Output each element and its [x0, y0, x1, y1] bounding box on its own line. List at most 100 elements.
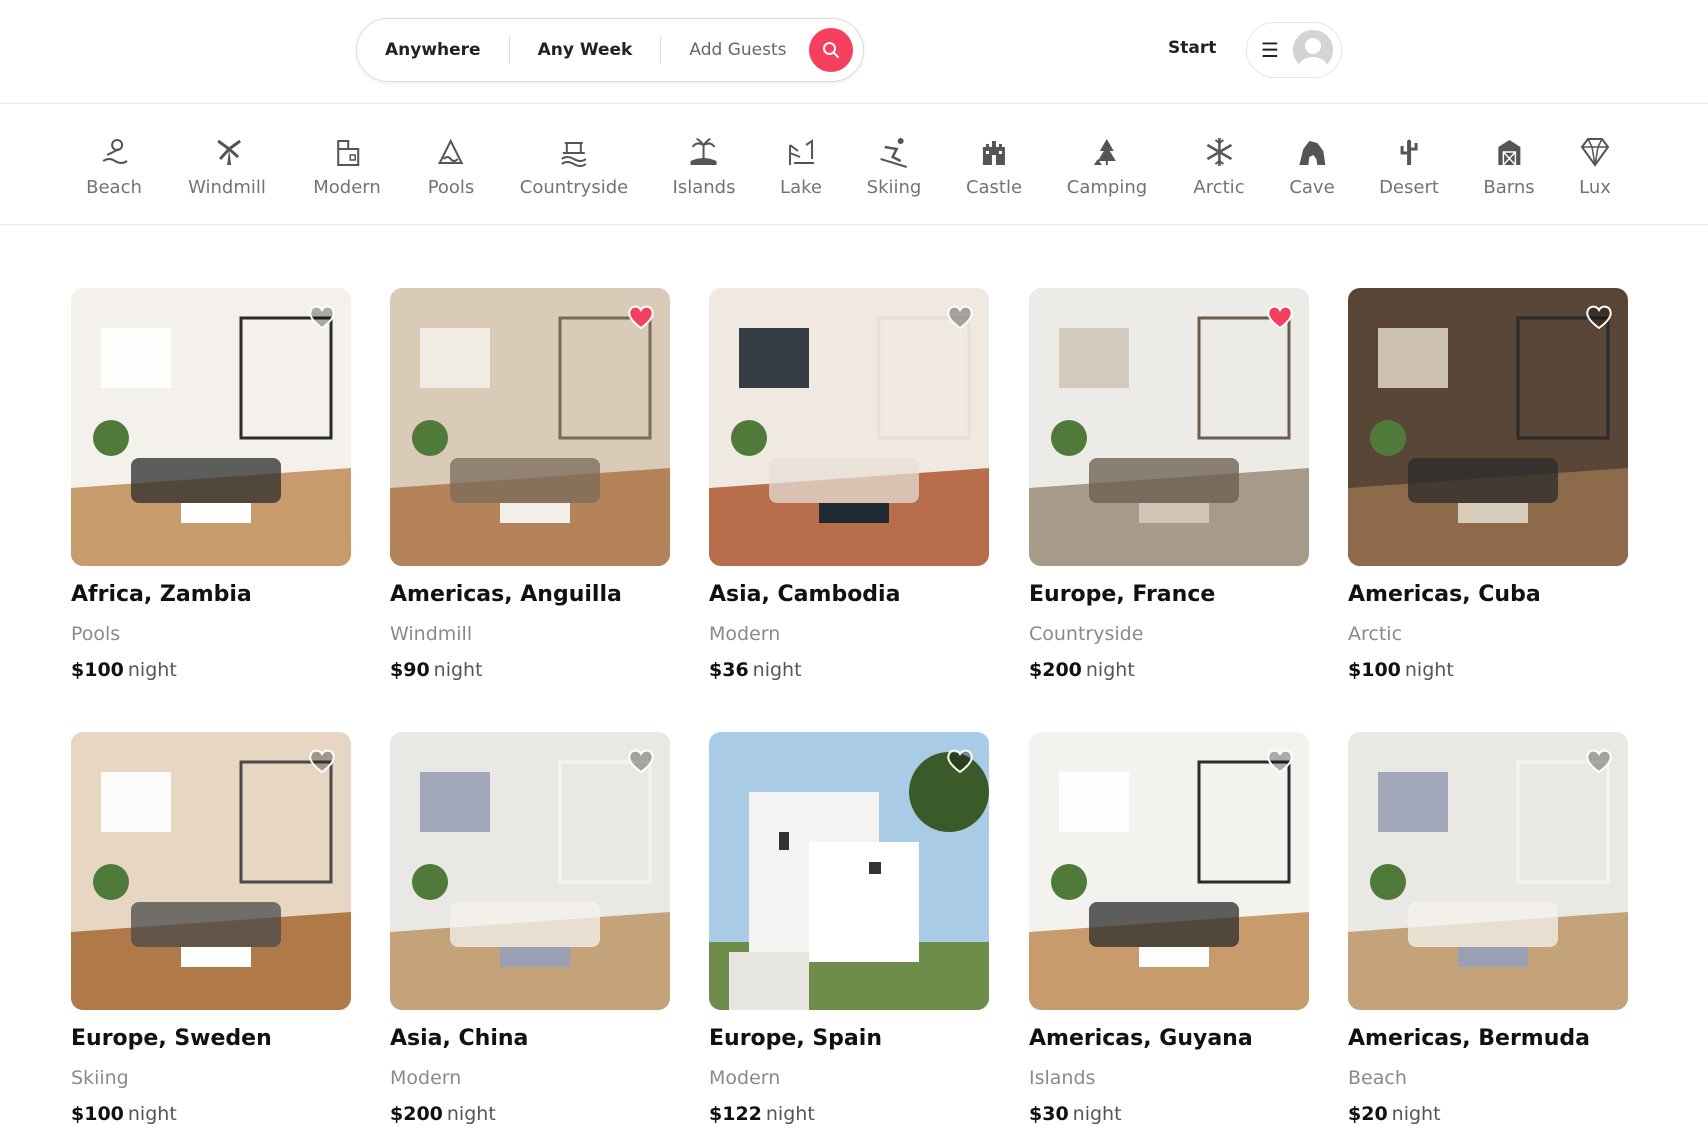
listing-photo[interactable] — [1348, 288, 1628, 566]
category-lake[interactable]: Lake — [780, 135, 822, 198]
category-windmill[interactable]: Windmill — [188, 135, 266, 198]
favorite-heart-icon[interactable] — [1265, 302, 1295, 332]
avatar — [1293, 30, 1333, 70]
listing-price: $200 — [1029, 659, 1082, 681]
listing-category: Windmill — [390, 623, 473, 645]
listing-card[interactable]: Europe, Sweden Skiing $100 night — [71, 732, 351, 1125]
category-label: Castle — [965, 177, 1023, 198]
listing-photo[interactable] — [1348, 732, 1628, 1010]
favorite-heart-icon[interactable] — [626, 746, 656, 776]
favorite-heart-icon[interactable] — [1584, 302, 1614, 332]
category-label: Windmill — [188, 177, 266, 198]
price-unit: night — [433, 659, 483, 681]
listing-title[interactable]: Americas, Anguilla — [390, 582, 670, 607]
category-label: Lake — [780, 177, 822, 198]
windmill-icon — [217, 139, 241, 165]
listing-price: $200 — [390, 1103, 443, 1125]
search-button[interactable] — [809, 28, 853, 72]
category-islands[interactable]: Islands — [672, 135, 736, 198]
category-label: Skiing — [866, 177, 922, 198]
search-bar[interactable]: Anywhere Any Week Add Guests — [356, 18, 864, 82]
listing-card[interactable]: Americas, Anguilla Windmill $90 night — [390, 288, 670, 681]
lux-icon — [1580, 138, 1610, 167]
listing-photo[interactable] — [709, 288, 989, 566]
listing-price: $30 — [1029, 1103, 1069, 1125]
category-barns[interactable]: Barns — [1483, 135, 1535, 198]
listing-category: Arctic — [1348, 623, 1403, 645]
favorite-heart-icon[interactable] — [626, 302, 656, 332]
listing-title[interactable]: Europe, Spain — [709, 1026, 989, 1051]
category-label: Modern — [313, 177, 381, 198]
listing-title[interactable]: Asia, Cambodia — [709, 582, 989, 607]
category-cave[interactable]: Cave — [1289, 135, 1335, 198]
price-unit: night — [1404, 659, 1454, 681]
category-label: Arctic — [1193, 177, 1245, 198]
beach-icon — [102, 139, 128, 164]
category-label: Islands — [672, 177, 736, 198]
listing-price-row: $200 night — [390, 1103, 670, 1125]
start-link[interactable]: Start — [1168, 38, 1216, 58]
listing-photo[interactable] — [71, 732, 351, 1010]
listing-photo[interactable] — [390, 288, 670, 566]
category-castle[interactable]: Castle — [966, 135, 1022, 198]
skiing-icon — [880, 138, 908, 168]
modern-icon — [336, 140, 359, 166]
favorite-heart-icon[interactable] — [1584, 746, 1614, 776]
countryside-icon — [561, 142, 587, 167]
listing-category: Modern — [709, 623, 781, 645]
listing-title[interactable]: Africa, Zambia — [71, 582, 351, 607]
listing-photo[interactable] — [1029, 732, 1309, 1010]
search-icon — [823, 42, 839, 58]
user-menu-button[interactable]: ☰ — [1246, 22, 1342, 78]
listing-photo[interactable] — [71, 288, 351, 566]
listing-card[interactable]: Africa, Zambia Pools $100 night — [71, 288, 351, 681]
listing-photo[interactable] — [1029, 288, 1309, 566]
listing-title[interactable]: Europe, France — [1029, 582, 1309, 607]
listing-title[interactable]: Americas, Guyana — [1029, 1026, 1309, 1051]
anywhere-filter[interactable]: Anywhere — [357, 36, 509, 64]
listing-title[interactable]: Americas, Bermuda — [1348, 1026, 1628, 1051]
price-unit: night — [1391, 1103, 1441, 1125]
listing-card[interactable]: Americas, Cuba Arctic $100 night — [1348, 288, 1628, 681]
listing-title[interactable]: Americas, Cuba — [1348, 582, 1628, 607]
category-beach[interactable]: Beach — [86, 135, 142, 198]
category-lux[interactable]: Lux — [1578, 135, 1612, 198]
category-desert[interactable]: Desert — [1379, 135, 1439, 198]
islands-icon — [691, 138, 717, 165]
category-label: Barns — [1483, 177, 1535, 198]
listing-title[interactable]: Europe, Sweden — [71, 1026, 351, 1051]
category-arctic[interactable]: Arctic — [1193, 135, 1245, 198]
category-skiing[interactable]: Skiing — [866, 135, 922, 198]
favorite-heart-icon[interactable] — [945, 302, 975, 332]
listing-card[interactable]: Europe, Spain Modern $122 night — [709, 732, 989, 1125]
listing-photo[interactable] — [709, 732, 989, 1010]
add-guests-filter[interactable]: Add Guests — [661, 36, 800, 64]
category-pools[interactable]: Pools — [428, 135, 474, 198]
listing-card[interactable]: Asia, Cambodia Modern $36 night — [709, 288, 989, 681]
category-countryside[interactable]: Countryside — [520, 135, 628, 198]
category-camping[interactable]: Camping — [1067, 135, 1147, 198]
listing-price-row: $122 night — [709, 1103, 989, 1125]
category-label: Desert — [1379, 177, 1439, 198]
listing-title[interactable]: Asia, China — [390, 1026, 670, 1051]
listing-card[interactable]: Americas, Bermuda Beach $20 night — [1348, 732, 1628, 1125]
listing-card[interactable]: Americas, Guyana Islands $30 night — [1029, 732, 1309, 1125]
category-modern[interactable]: Modern — [313, 135, 381, 198]
any-week-filter[interactable]: Any Week — [510, 36, 661, 64]
listing-photo[interactable] — [390, 732, 670, 1010]
favorite-heart-icon[interactable] — [307, 746, 337, 776]
favorite-heart-icon[interactable] — [1265, 746, 1295, 776]
listing-price-row: $100 night — [1348, 659, 1628, 681]
listing-category: Modern — [390, 1067, 462, 1089]
lake-icon — [788, 139, 814, 165]
listing-price: $100 — [1348, 659, 1401, 681]
arctic-icon — [1206, 138, 1232, 166]
listing-category: Beach — [1348, 1067, 1407, 1089]
price-unit: night — [1072, 1103, 1122, 1125]
listing-card[interactable]: Asia, China Modern $200 night — [390, 732, 670, 1125]
price-unit: night — [127, 659, 177, 681]
listing-card[interactable]: Europe, France Countryside $200 night — [1029, 288, 1309, 681]
favorite-heart-icon[interactable] — [945, 746, 975, 776]
favorite-heart-icon[interactable] — [307, 302, 337, 332]
cave-icon — [1298, 141, 1325, 165]
